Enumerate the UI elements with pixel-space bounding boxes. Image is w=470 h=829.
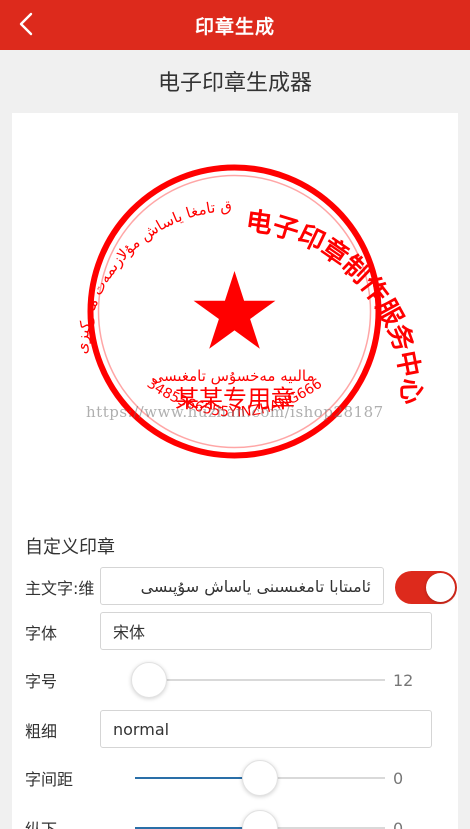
- slider-thumb[interactable]: [131, 662, 167, 698]
- section-title: 自定义印章: [25, 537, 115, 558]
- weight-select[interactable]: normal: [100, 710, 432, 748]
- font-size-slider[interactable]: [131, 660, 385, 700]
- stamp-uyghur-line: مالىيە مەخسۇس تامغىسى: [151, 367, 314, 385]
- stamp-svg: 电子印章制作服务中心 ئېلېكترونلۇق تامغا ياساش مۇلا…: [7, 99, 426, 459]
- font-row: 字体 宋体: [25, 612, 450, 652]
- weight-label: 粗细: [25, 722, 58, 741]
- main-text-row: 主文字:维 ئامىتابا تامغىسىنى ياساش سۇپىسى: [25, 567, 457, 607]
- main-text-input[interactable]: ئامىتابا تامغىسىنى ياساش سۇپىسى: [100, 567, 384, 605]
- watermark-text: https://www.huzhan.com/ishop28187: [86, 403, 384, 421]
- stamp-preview: 电子印章制作服务中心 ئېلېكترونلۇق تامغا ياساش مۇلا…: [7, 99, 458, 513]
- main-text-label: 主文字:维: [25, 579, 95, 598]
- generator-title: 电子印章生成器: [157, 71, 312, 96]
- font-size-value: 12: [393, 670, 414, 690]
- font-select[interactable]: 宋体: [100, 612, 432, 650]
- letter-spacing-slider[interactable]: [135, 758, 385, 798]
- letter-spacing-value: 0: [393, 768, 404, 788]
- font-label: 字体: [25, 624, 58, 643]
- star-icon: [193, 271, 276, 349]
- content-card: 电子印章制作服务中心 ئېلېكترونلۇق تامغا ياساش مۇلا…: [7, 99, 458, 829]
- chevron-left-icon: [19, 12, 33, 36]
- letter-spacing-row: 字间距 0: [25, 758, 450, 798]
- font-size-label: 字号: [25, 672, 58, 691]
- slider-track: [135, 679, 385, 681]
- toggle-knob: [426, 573, 455, 602]
- vertical-offset-slider[interactable]: [135, 808, 385, 829]
- font-size-row: 字号 12: [25, 660, 450, 700]
- vertical-offset-row: 纵下 0: [25, 808, 450, 829]
- back-button[interactable]: [10, 6, 42, 42]
- slider-thumb[interactable]: [242, 810, 278, 829]
- main-text-toggle[interactable]: [395, 571, 457, 604]
- vertical-offset-value: 0: [393, 818, 404, 829]
- letter-spacing-label: 字间距: [25, 770, 74, 789]
- vertical-offset-label: 纵下: [25, 808, 57, 829]
- top-navigation-bar: 印章生成: [0, 0, 470, 50]
- weight-row: 粗细 normal: [25, 710, 450, 750]
- page-title: 印章生成: [194, 15, 275, 38]
- slider-thumb[interactable]: [242, 760, 278, 796]
